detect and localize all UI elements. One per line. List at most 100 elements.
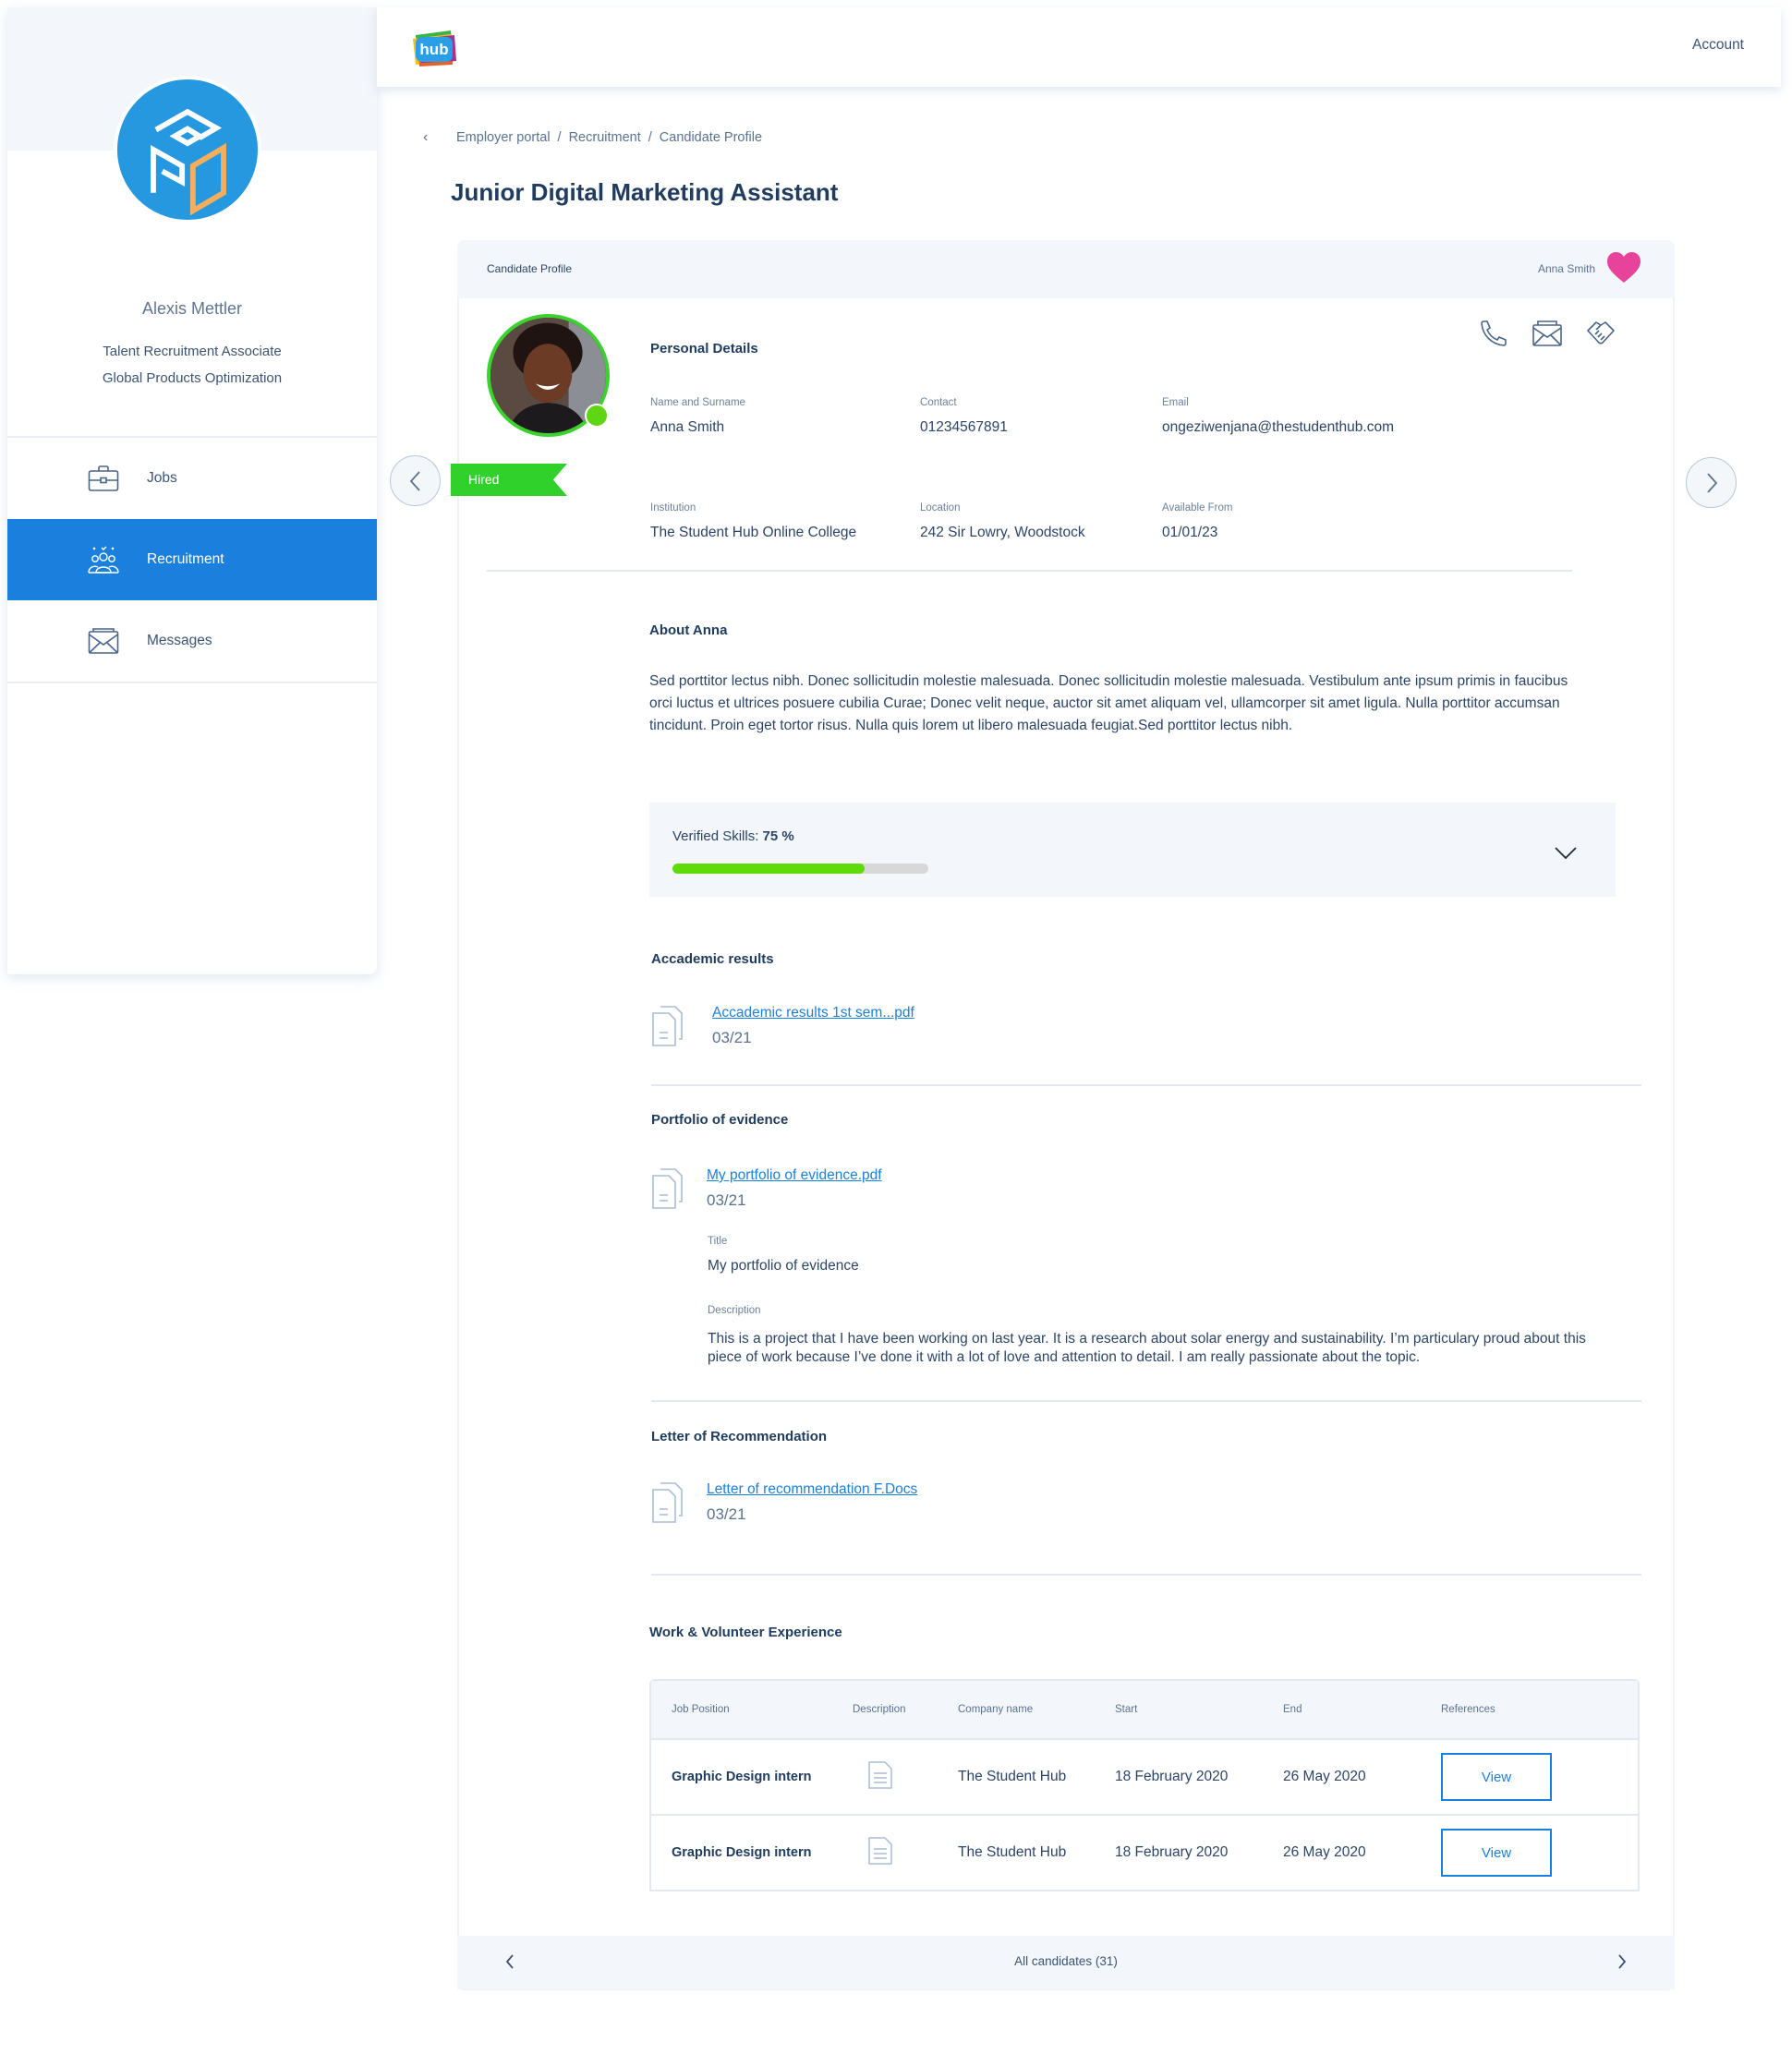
sidebar: Alexis Mettler Talent Recruitment Associ… <box>7 7 377 974</box>
svg-text:hub: hub <box>419 41 448 58</box>
column-header: End <box>1283 1704 1302 1715</box>
available-from-label: Available From <box>1162 502 1233 514</box>
table-row: Graphic Design intern The Student Hub 18… <box>651 1814 1638 1890</box>
envelope-open-icon <box>88 627 119 655</box>
recommendation-divider <box>651 1574 1641 1576</box>
institution-value: The Student Hub Online College <box>650 525 857 540</box>
all-candidates-link[interactable]: All candidates (31) <box>457 1954 1675 1968</box>
sidebar-item-jobs[interactable]: Jobs <box>7 438 377 519</box>
academic-results-file-link[interactable]: Accademic results 1st sem...pdf <box>712 1005 914 1021</box>
breadcrumb-separator: / <box>557 130 562 145</box>
contact-actions <box>1478 318 1616 349</box>
portfolio-description-value: This is a project that I have been worki… <box>708 1331 1586 1365</box>
phone-icon[interactable] <box>1478 318 1509 349</box>
start-date: 18 February 2020 <box>1115 1844 1229 1860</box>
view-references-button[interactable]: View <box>1441 1829 1552 1877</box>
people-group-icon <box>88 546 119 574</box>
next-candidate-button[interactable] <box>1686 457 1737 508</box>
heart-icon[interactable] <box>1606 251 1641 284</box>
company-name: The Student Hub <box>958 1844 1067 1860</box>
personal-details-title: Personal Details <box>650 341 758 356</box>
verified-skills-panel[interactable]: Verified Skills: 75 % <box>649 803 1616 897</box>
about-text: Sed porttitor lectus nibh. Donec sollici… <box>649 673 1568 733</box>
experience-table: Job Position Description Company name St… <box>649 1679 1640 1891</box>
breadcrumb-separator: / <box>648 130 652 145</box>
table-row: Graphic Design intern The Student Hub 18… <box>651 1738 1638 1814</box>
sidebar-item-messages[interactable]: Messages <box>7 600 377 682</box>
column-header: Description <box>853 1704 906 1715</box>
document-icon <box>652 1482 683 1523</box>
hub-logo-icon: hub <box>413 30 456 66</box>
column-header: Company name <box>958 1704 1034 1715</box>
portfolio-title: Portfolio of evidence <box>651 1112 789 1128</box>
verified-skills-value: 75 % <box>762 828 794 844</box>
academic-results-title: Accademic results <box>651 951 774 967</box>
recommendation-title: Letter of Recommendation <box>651 1429 828 1444</box>
card-candidate-name: Anna Smith <box>1537 262 1595 275</box>
sidebar-item-recruitment[interactable]: Recruitment <box>7 519 377 600</box>
org-logo <box>114 76 261 224</box>
card-footer: All candidates (31) <box>457 1936 1675 1989</box>
column-header: Job Position <box>672 1704 730 1715</box>
card-header-label: Candidate Profile <box>487 262 573 275</box>
portfolio-file-date: 03/21 <box>707 1191 746 1209</box>
breadcrumb-candidate-profile: Candidate Profile <box>659 130 763 145</box>
chevron-left-icon <box>409 470 420 491</box>
card-header: Candidate Profile Anna Smith <box>457 240 1675 298</box>
job-position: Graphic Design intern <box>672 1770 812 1784</box>
verified-skills-label: Verified Skills: 75 % <box>672 828 794 844</box>
column-header: Start <box>1115 1704 1138 1715</box>
column-header: References <box>1441 1704 1495 1715</box>
location-value: 242 Sir Lowry, Woodstock <box>920 525 1085 540</box>
sidebar-item-label: Messages <box>147 633 212 648</box>
verified-skills-progress <box>672 864 928 874</box>
description-icon[interactable] <box>853 1836 958 1870</box>
academic-results-file-date: 03/21 <box>712 1029 752 1046</box>
name-label: Name and Surname <box>650 397 745 408</box>
personal-details-divider <box>487 570 1572 572</box>
institution-label: Institution <box>650 502 696 514</box>
name-value: Anna Smith <box>650 419 725 435</box>
portfolio-file: My portfolio of evidence.pdf 03/21 <box>651 1167 882 1210</box>
recommendation-file-link[interactable]: Letter of recommendation F.Docs <box>707 1481 917 1498</box>
job-position: Graphic Design intern <box>672 1845 812 1860</box>
hub-logo[interactable]: hub <box>410 28 458 68</box>
contact-label: Contact <box>920 397 957 408</box>
previous-candidate-button[interactable] <box>390 455 441 506</box>
location-label: Location <box>920 502 961 514</box>
start-date: 18 February 2020 <box>1115 1769 1229 1784</box>
sidebar-item-label: Jobs <box>147 470 177 486</box>
portfolio-file-link[interactable]: My portfolio of evidence.pdf <box>707 1167 882 1184</box>
sidebar-nav: Jobs Recruitment Messages <box>7 436 377 683</box>
email-value: ongeziwenjana@thestudenthub.com <box>1162 419 1394 435</box>
end-date: 26 May 2020 <box>1283 1769 1366 1784</box>
breadcrumb: ‹ Employer portal / Recruitment / Candid… <box>423 129 762 146</box>
account-link[interactable]: Account <box>1692 37 1744 54</box>
about-title: About Anna <box>649 622 728 638</box>
verified-skills-progress-fill <box>672 864 865 874</box>
top-bar: hub Account <box>377 7 1781 87</box>
online-status-dot <box>585 404 609 428</box>
status-badge: Hired <box>451 464 567 496</box>
email-label: Email <box>1162 397 1189 408</box>
gpo-cube-logo-icon <box>116 79 259 221</box>
next-page-chevron-icon[interactable] <box>1616 1952 1629 1971</box>
user-role: Talent Recruitment Associate <box>103 344 282 359</box>
view-references-button[interactable]: View <box>1441 1753 1552 1801</box>
academic-results-file: Accademic results 1st sem...pdf 03/21 <box>651 1005 914 1047</box>
chevron-down-icon[interactable] <box>1555 847 1577 860</box>
chevron-right-icon <box>1706 472 1717 493</box>
description-icon[interactable] <box>853 1760 958 1794</box>
page-title: Junior Digital Marketing Assistant <box>451 178 839 206</box>
back-chevron-icon[interactable]: ‹ <box>423 129 438 146</box>
envelope-icon[interactable] <box>1532 318 1563 349</box>
breadcrumb-recruitment[interactable]: Recruitment <box>569 130 641 145</box>
handshake-icon[interactable] <box>1585 318 1616 349</box>
recommendation-file-date: 03/21 <box>707 1505 746 1523</box>
breadcrumb-employer-portal[interactable]: Employer portal <box>456 130 551 145</box>
portfolio-description-label: Description <box>708 1305 761 1316</box>
contact-value: 01234567891 <box>920 419 1008 435</box>
table-header: Job Position Description Company name St… <box>651 1681 1638 1738</box>
recommendation-file: Letter of recommendation F.Docs 03/21 <box>651 1481 917 1524</box>
available-from-value: 01/01/23 <box>1162 525 1218 540</box>
